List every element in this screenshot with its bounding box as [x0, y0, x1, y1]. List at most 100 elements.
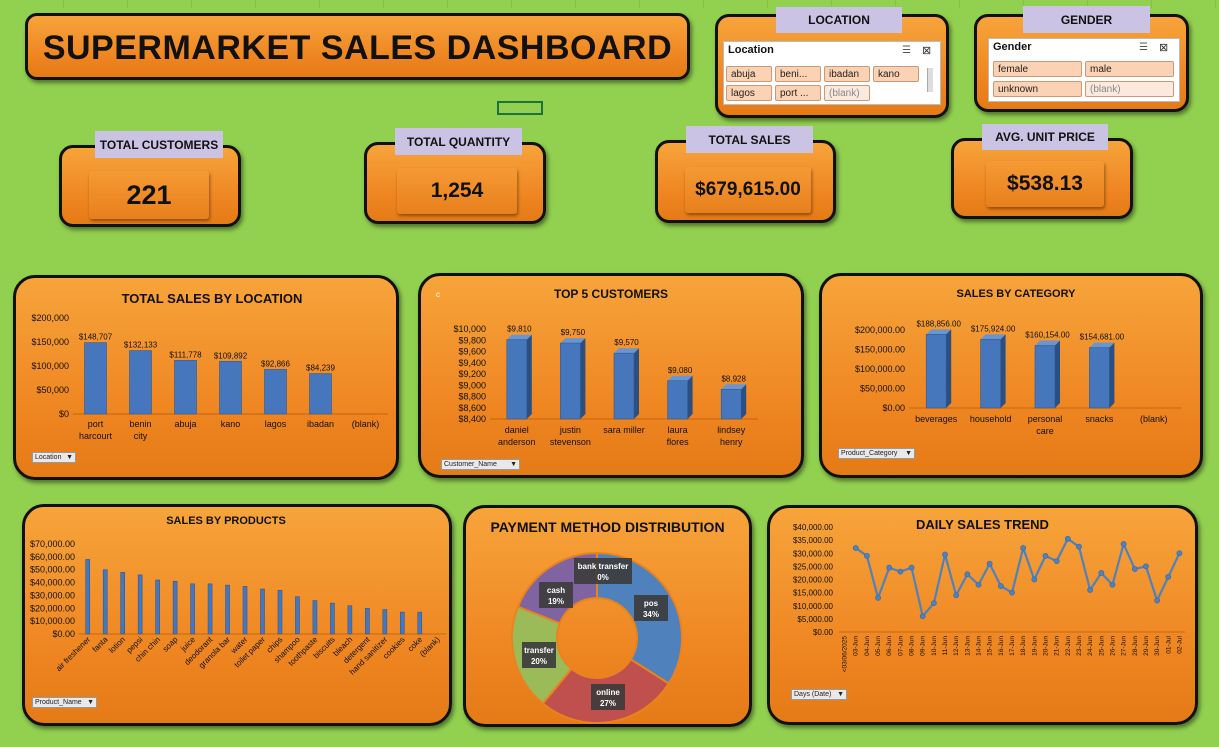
x-tick-label: soap [161, 635, 180, 654]
slicer-scrollbar[interactable] [927, 68, 933, 92]
bar [219, 360, 242, 415]
pie-label-name: transfer [524, 646, 554, 655]
y-tick-label: $0.00 [813, 628, 834, 637]
location-slicer-tab: LOCATION [776, 7, 902, 33]
selected-cell[interactable] [497, 101, 543, 115]
slicer-item-ibadan[interactable]: ibadan [824, 66, 870, 82]
y-tick-label: $100,000 [31, 361, 69, 371]
x-tick-label: ibadan [307, 419, 334, 429]
y-tick-label: $8,400 [458, 414, 486, 424]
x-tick-label: household [970, 414, 1012, 424]
filter-label: Product_Category [841, 450, 898, 457]
kpi-sales-value: $679,615.00 [685, 167, 811, 213]
x-tick-label: port [88, 419, 104, 429]
bar [155, 579, 160, 635]
data-label: $132,133 [124, 341, 158, 350]
dropdown-arrow-icon: ▼ [905, 450, 912, 457]
x-tick-label: 04-Jun [864, 636, 871, 656]
bar [312, 600, 318, 635]
y-tick-label: $150,000.00 [855, 345, 905, 355]
kpi-quantity-value: 1,254 [397, 168, 517, 214]
pie-label-percent: 0% [597, 573, 609, 582]
bar [137, 574, 143, 635]
trend-point [897, 568, 904, 575]
data-label: $175,924.00 [971, 324, 1016, 333]
x-tick-label: (blank) [1140, 414, 1168, 424]
multiselect-icon[interactable]: ☰ [902, 45, 911, 56]
slicer-item-blank[interactable]: (blank) [1085, 81, 1174, 97]
x-tick-label: 16-Jun [998, 636, 1005, 656]
x-tick-label: 25-Jun [1098, 636, 1105, 656]
kpi-sales-label: TOTAL SALES [686, 126, 813, 153]
x-tick-label: beverages [915, 414, 958, 424]
slicer-item-male[interactable]: male [1085, 61, 1174, 77]
slicer-item-blank[interactable]: (blank) [824, 85, 870, 101]
customer-filter-dropdown[interactable]: Customer_Name ▼ [441, 459, 520, 470]
slicer-item-abuja[interactable]: abuja [726, 66, 772, 82]
x-tick-label: justin [559, 425, 581, 435]
pie-label-percent: 34% [643, 610, 659, 619]
slicer-item-lagos[interactable]: lagos [726, 85, 772, 101]
x-tick-label: 03-Jun [853, 636, 860, 656]
data-label: $9,750 [561, 328, 586, 337]
trend-point [1064, 535, 1071, 542]
y-tick-label: $15,000.00 [793, 589, 834, 598]
data-label: $160,154.00 [1025, 331, 1070, 340]
data-label: $188,856.00 [916, 319, 961, 328]
data-label: $9,080 [668, 366, 693, 375]
trend-point [1087, 587, 1094, 593]
y-tick-label: $0.00 [882, 403, 905, 413]
trend-point [986, 560, 993, 567]
x-tick-label: flores [667, 437, 690, 447]
pie-label-percent: 27% [600, 699, 616, 708]
y-tick-label: $200,000 [31, 313, 69, 323]
gender-slicer-tab: GENDER [1023, 6, 1150, 33]
trend-point [1053, 558, 1060, 565]
location-filter-dropdown[interactable]: Location ▼ [32, 452, 76, 463]
x-tick-label: 23-Jun [1076, 636, 1083, 656]
x-tick-label: 01-Jul [1165, 635, 1172, 653]
x-tick-label: 29-Jun [1143, 636, 1150, 656]
x-tick-label: 08-Jun [909, 636, 916, 656]
bar-side [1000, 334, 1006, 408]
multiselect-icon[interactable]: ☰ [1139, 42, 1148, 53]
trend-point [1154, 597, 1160, 604]
trend-point [997, 583, 1004, 589]
category-filter-dropdown[interactable]: Product_Category ▼ [838, 448, 915, 459]
data-label: $9,570 [614, 338, 639, 347]
days-filter-dropdown[interactable]: Days (Date) ▼ [791, 689, 847, 700]
kpi-unit-price-label: AVG. UNIT PRICE [982, 124, 1108, 150]
y-tick-label: $35,000.00 [793, 536, 834, 545]
slicer-item-port[interactable]: port ... [775, 85, 821, 101]
slicer-item-female[interactable]: female [993, 61, 1082, 77]
bar-side [687, 375, 693, 419]
data-label: $84,239 [306, 364, 335, 373]
location-slicer[interactable]: Location ☰ ⊠ abuja beni... ibadan kano l… [723, 41, 941, 105]
filter-icon: ▼ [510, 461, 517, 468]
gender-slicer-header: Gender [993, 41, 1032, 53]
x-tick-label: 19-Jun [1031, 636, 1038, 656]
x-tick-label: (blank) [418, 635, 442, 659]
gender-slicer[interactable]: Gender ☰ ⊠ female male unknown (blank) [988, 38, 1180, 102]
bar [980, 339, 1001, 409]
x-tick-label: 21-Jun [1054, 636, 1061, 656]
clear-filter-icon[interactable]: ⊠ [1159, 41, 1168, 54]
clear-filter-icon[interactable]: ⊠ [922, 44, 931, 57]
trend-point [919, 613, 926, 620]
x-tick-label: 27-Jun [1121, 636, 1128, 656]
slicer-item-kano[interactable]: kano [873, 66, 919, 82]
slicer-item-benin[interactable]: beni... [775, 66, 821, 82]
y-tick-label: $8,600 [458, 403, 486, 413]
bar [190, 583, 195, 635]
x-tick-label: (blank) [352, 419, 380, 429]
location-chart: $0 $50,000 $100,000 $150,000 $200,000 $148,70… [31, 313, 388, 441]
x-tick-label: benin [129, 419, 151, 429]
kpi-unit-price-card: $538.13 [951, 138, 1133, 219]
slicer-item-unknown[interactable]: unknown [993, 81, 1082, 97]
product-filter-dropdown[interactable]: Product_Name ▼ [32, 697, 97, 708]
trend-point [1109, 581, 1116, 588]
trend-point [1131, 566, 1138, 572]
bar [120, 571, 125, 635]
bar [309, 373, 332, 415]
trend-point [1120, 541, 1127, 547]
